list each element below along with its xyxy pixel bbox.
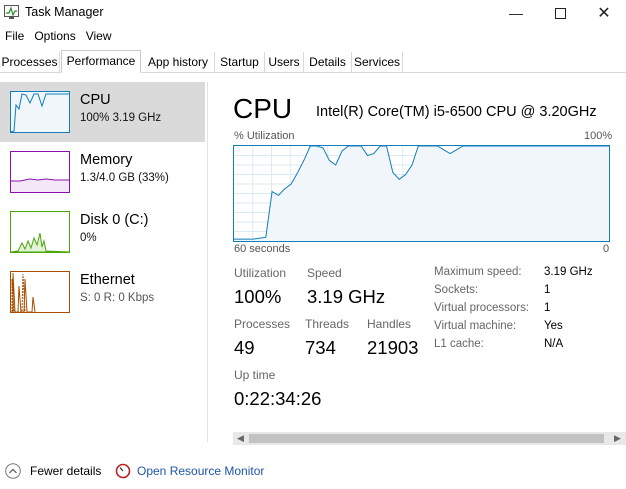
tab-processes[interactable]: Processes — [0, 52, 60, 72]
horizontal-scrollbar[interactable]: ◀ ▶ — [233, 432, 626, 445]
cpu-thumbnail — [10, 91, 70, 133]
threads-label: Threads — [305, 317, 350, 331]
window-title: Task Manager — [25, 5, 104, 19]
scroll-right-icon[interactable]: ▶ — [614, 433, 621, 444]
processes-value: 49 — [234, 337, 255, 358]
tab-app-history[interactable]: App history — [142, 52, 215, 72]
sockets-label: Sockets: — [434, 284, 479, 296]
max-speed-label: Maximum speed: — [434, 266, 522, 278]
menu-file[interactable]: File — [0, 27, 29, 47]
resource-ethernet[interactable]: Ethernet S: 0 R: 0 Kbps — [0, 262, 205, 322]
maximize-button[interactable] — [540, 2, 580, 24]
scrollbar-thumb[interactable] — [249, 434, 604, 443]
virtual-processors-label: Virtual processors: — [434, 302, 530, 314]
fewer-details-link[interactable]: Fewer details — [30, 464, 101, 478]
graph-time-label: 60 seconds — [234, 243, 291, 255]
menu-options[interactable]: Options — [29, 27, 80, 47]
resource-name: Ethernet — [80, 272, 135, 288]
menu-bar: File Options View — [0, 27, 117, 47]
threads-value: 734 — [305, 337, 336, 358]
tab-performance[interactable]: Performance — [61, 50, 141, 73]
close-button[interactable]: ✕ — [584, 2, 624, 24]
tab-startup[interactable]: Startup — [215, 52, 265, 72]
cpu-utilization-graph — [233, 145, 610, 242]
processes-label: Processes — [234, 317, 291, 331]
scroll-left-icon[interactable]: ◀ — [237, 433, 244, 444]
resource-value: 1.3/4.0 GB (33%) — [80, 172, 169, 184]
l1-cache-value: N/A — [544, 338, 564, 350]
sockets-value: 1 — [544, 284, 551, 296]
resource-name: Disk 0 (C:) — [80, 212, 149, 228]
processor-name: Intel(R) Core(TM) i5-6500 CPU @ 3.20GHz — [316, 104, 597, 120]
tab-bar: Processes Performance App history Startu… — [0, 50, 626, 73]
resource-list: CPU 100% 3.19 GHz Memory 1.3/4.0 GB (33%… — [0, 82, 205, 440]
virtual-processors-value: 1 — [544, 302, 551, 314]
uptime-value: 0:22:34:26 — [234, 388, 322, 409]
ethernet-thumbnail — [10, 271, 70, 313]
resource-name: CPU — [80, 92, 111, 108]
footer: Fewer details Open Resource Monitor — [0, 458, 626, 484]
handles-label: Handles — [367, 317, 412, 331]
pane-divider[interactable] — [207, 82, 208, 442]
resource-value: 0% — [80, 232, 97, 244]
minimize-button[interactable]: — — [496, 2, 536, 24]
menu-view[interactable]: View — [81, 27, 117, 47]
maximize-icon — [554, 7, 566, 19]
tab-users[interactable]: Users — [265, 52, 304, 72]
uptime-label: Up time — [234, 368, 276, 382]
graph-label: % Utilization — [234, 130, 295, 142]
virtual-machine-label: Virtual machine: — [434, 320, 517, 332]
disk-thumbnail — [10, 211, 70, 253]
task-manager-icon — [4, 5, 19, 19]
handles-value: 21903 — [367, 337, 419, 358]
speed-value: 3.19 GHz — [307, 286, 386, 307]
resource-value: S: 0 R: 0 Kbps — [80, 292, 155, 304]
utilization-label: Utilization — [234, 266, 287, 280]
utilization-value: 100% — [234, 286, 282, 307]
resource-value: 100% 3.19 GHz — [80, 112, 162, 124]
graph-min-label: 0 — [603, 243, 610, 255]
speed-label: Speed — [307, 266, 342, 280]
minimize-icon: — — [509, 5, 523, 21]
memory-thumbnail — [10, 151, 70, 193]
resource-name: Memory — [80, 152, 133, 168]
chevron-up-icon[interactable] — [5, 463, 21, 479]
graph-max-label: 100% — [584, 130, 613, 142]
tab-details[interactable]: Details — [304, 52, 352, 72]
open-resource-monitor-link[interactable]: Open Resource Monitor — [137, 464, 264, 478]
tab-services[interactable]: Services — [352, 52, 403, 72]
resource-monitor-icon — [115, 463, 131, 479]
close-icon: ✕ — [597, 5, 611, 22]
resource-memory[interactable]: Memory 1.3/4.0 GB (33%) — [0, 142, 205, 202]
title-bar: Task Manager — ✕ — [0, 0, 626, 26]
l1-cache-label: L1 cache: — [434, 338, 484, 350]
page-title: CPU — [233, 93, 293, 124]
resource-cpu[interactable]: CPU 100% 3.19 GHz — [0, 82, 205, 142]
max-speed-value: 3.19 GHz — [544, 266, 593, 278]
virtual-machine-value: Yes — [544, 320, 563, 332]
resource-disk[interactable]: Disk 0 (C:) 0% — [0, 202, 205, 262]
